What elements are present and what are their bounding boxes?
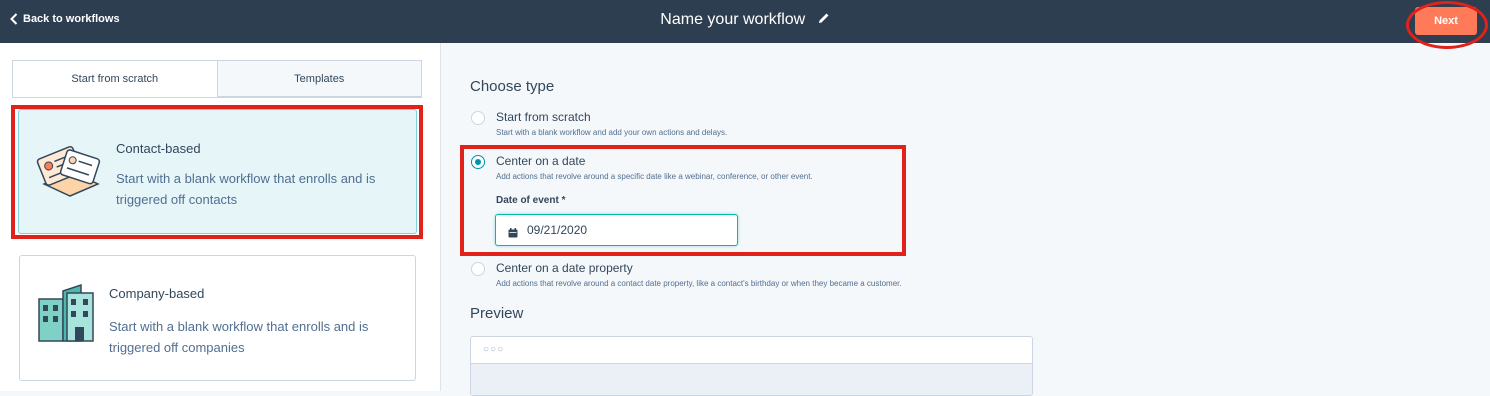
top-bar: Back to workflows Name your workflow Nex…	[0, 0, 1490, 49]
choose-type-heading: Choose type	[470, 78, 555, 95]
page-title: Name your workflow	[660, 11, 806, 28]
pencil-icon[interactable]	[818, 11, 830, 29]
option-description: Add actions that revolve around a specif…	[496, 172, 813, 181]
card-title: Contact-based	[116, 141, 201, 156]
radio-center-on-date[interactable]	[471, 155, 485, 169]
card-title: Company-based	[109, 286, 205, 301]
preview-heading: Preview	[470, 305, 524, 322]
workflow-title[interactable]: Name your workflow	[0, 11, 1490, 29]
right-panel: Choose type Start from scratch Start wit…	[441, 43, 1490, 396]
preview-window: ○○○	[470, 336, 1033, 396]
radio-center-on-date-property[interactable]	[471, 262, 485, 276]
option-label: Center on a date	[496, 154, 586, 168]
date-of-event-input[interactable]: 09/21/2020	[495, 214, 738, 246]
card-description: Start with a blank workflow that enrolls…	[116, 171, 376, 207]
option-label: Center on a date property	[496, 261, 633, 275]
calendar-icon	[508, 225, 518, 243]
type-tabs: Start from scratch Templates	[12, 60, 422, 98]
option-description: Start with a blank workflow and add your…	[496, 128, 728, 137]
buildings-icon	[35, 281, 97, 350]
preview-title-bar: ○○○	[471, 337, 1032, 364]
contact-cards-icon	[36, 140, 102, 207]
option-label: Start from scratch	[496, 110, 591, 124]
preview-body	[471, 364, 1032, 395]
left-panel: Start from scratch Templates Contact-bas…	[0, 43, 441, 391]
next-button[interactable]: Next	[1415, 7, 1477, 35]
card-description: Start with a blank workflow that enrolls…	[109, 319, 369, 355]
tab-start-from-scratch[interactable]: Start from scratch	[13, 61, 217, 97]
window-dots-icon: ○○○	[483, 344, 505, 355]
date-of-event-label: Date of event *	[496, 195, 566, 206]
date-value: 09/21/2020	[527, 223, 588, 237]
company-based-card[interactable]: Company-based Start with a blank workflo…	[19, 255, 416, 381]
contact-based-card[interactable]: Contact-based Start with a blank workflo…	[18, 109, 417, 234]
option-description: Add actions that revolve around a contac…	[496, 279, 902, 288]
tab-templates[interactable]: Templates	[216, 61, 421, 97]
radio-start-from-scratch[interactable]	[471, 111, 485, 125]
